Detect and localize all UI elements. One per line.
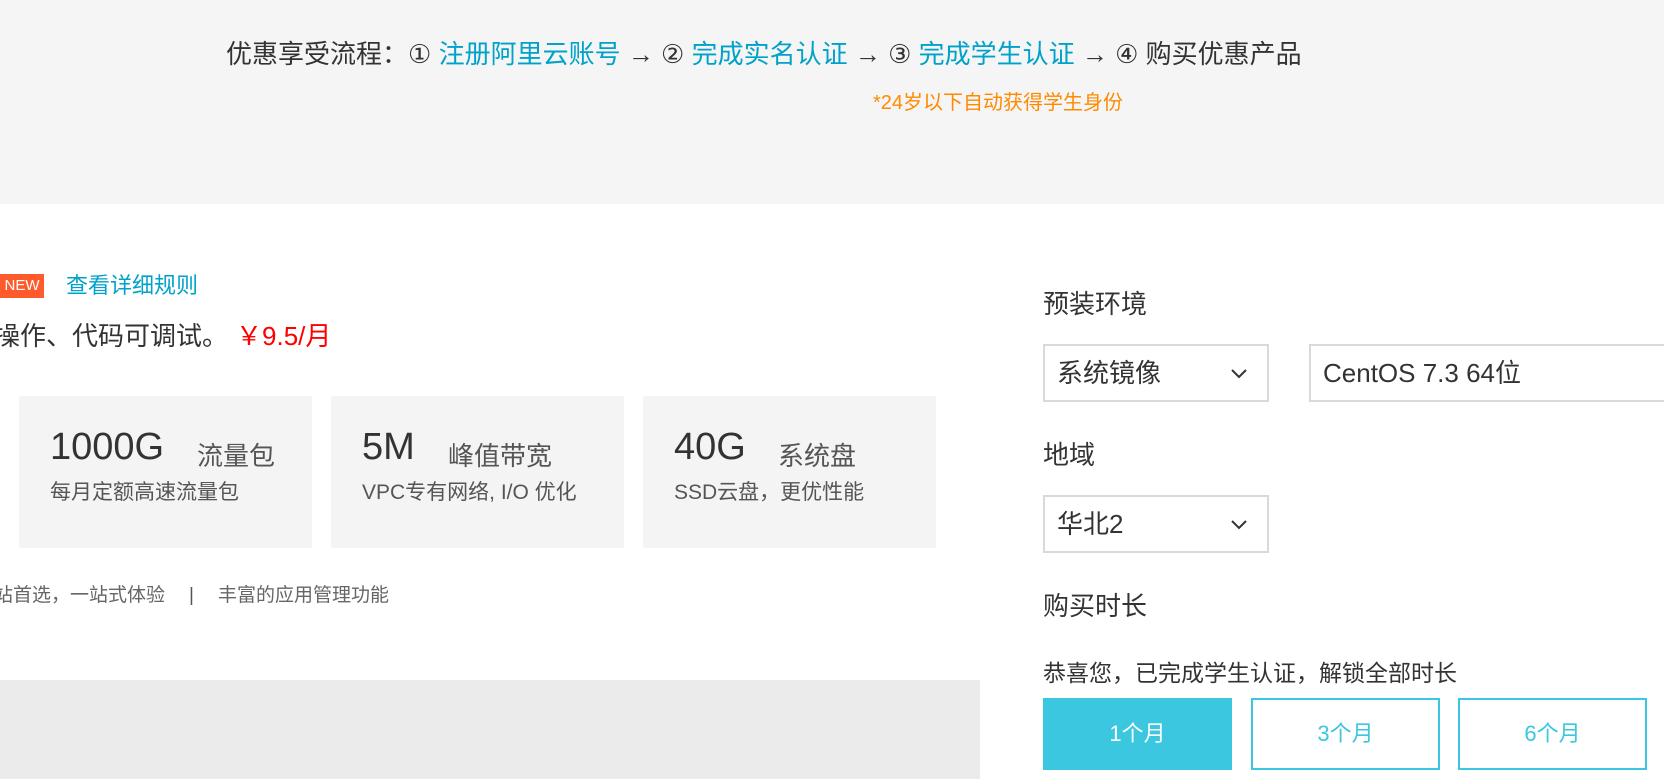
student-verification-link[interactable]: 完成学生认证: [919, 39, 1075, 69]
flow-prefix: 优惠享受流程：: [226, 39, 409, 69]
extra-feature-1: 站首选，一站式体验: [0, 585, 166, 606]
os-value: CentOS 7.3 64位: [1323, 358, 1521, 388]
register-account-link[interactable]: 注册阿里云账号: [439, 39, 621, 69]
price-text: ￥9.5/月: [236, 321, 332, 351]
feature-card-disk: 40G 系统盘 SSD云盘，更优性能: [643, 396, 936, 548]
real-name-verification-link[interactable]: 完成实名认证: [692, 39, 848, 69]
feature-unit: 峰值带宽: [448, 441, 553, 471]
image-type-value: 系统镜像: [1057, 358, 1162, 388]
chevron-down-icon: [1231, 520, 1247, 530]
env-label: 预装环境: [1043, 289, 1148, 319]
image-type-select[interactable]: 系统镜像: [1043, 344, 1269, 402]
feature-unit: 系统盘: [778, 441, 857, 471]
step-3-number: ③: [888, 39, 912, 69]
arrow-icon: →: [1081, 39, 1108, 69]
feature-value: 5M: [362, 426, 415, 468]
os-select[interactable]: CentOS 7.3 64位: [1309, 344, 1664, 402]
unlock-message: 恭喜您，已完成学生认证，解锁全部时长: [1043, 660, 1457, 686]
step-2-number: ②: [661, 39, 685, 69]
feature-card-bandwidth: 5M 峰值带宽 VPC专有网络, I/O 优化: [331, 396, 624, 548]
arrow-icon: →: [854, 39, 881, 69]
step-4-label: 购买优惠产品: [1145, 39, 1302, 69]
chevron-down-icon: [1231, 369, 1247, 379]
student-age-note: *24岁以下自动获得学生身份: [873, 92, 1124, 114]
duration-1-month-button[interactable]: 1个月: [1043, 698, 1232, 770]
feature-subtitle: 每月定额高速流量包: [50, 481, 239, 504]
step-1-number: ①: [408, 39, 432, 69]
bottom-panel: [0, 680, 980, 779]
view-rules-link[interactable]: 查看详细规则: [66, 268, 198, 300]
feature-value: 40G: [674, 426, 746, 468]
step-4-number: ④: [1115, 39, 1139, 69]
arrow-icon: →: [627, 39, 654, 69]
promo-flow: 优惠享受流程：① 注册阿里云账号 → ② 完成实名认证 → ③ 完成学生认证 →…: [226, 34, 1302, 74]
product-description: 操作、代码可调试。 ￥9.5/月: [0, 316, 331, 353]
feature-card-traffic: 1000G 流量包 每月定额高速流量包: [19, 396, 312, 548]
duration-6-month-button[interactable]: 6个月: [1458, 698, 1647, 770]
extra-feature-2: 丰富的应用管理功能: [217, 585, 389, 606]
region-select[interactable]: 华北2: [1043, 495, 1269, 553]
region-value: 华北2: [1057, 509, 1124, 539]
duration-3-month-button[interactable]: 3个月: [1251, 698, 1440, 770]
feature-value: 1000G: [50, 426, 165, 468]
divider: |: [189, 585, 194, 606]
feature-subtitle: VPC专有网络, I/O 优化: [362, 481, 577, 504]
region-label: 地域: [1043, 440, 1096, 470]
promo-flow-banner: [0, 0, 1664, 204]
feature-unit: 流量包: [197, 441, 276, 471]
description-text: 操作、代码可调试。: [0, 321, 229, 351]
feature-subtitle: SSD云盘，更优性能: [674, 481, 865, 504]
extra-features: 站首选，一站式体验 | 丰富的应用管理功能: [0, 580, 389, 607]
duration-label: 购买时长: [1043, 591, 1148, 621]
new-badge: NEW: [0, 274, 44, 298]
